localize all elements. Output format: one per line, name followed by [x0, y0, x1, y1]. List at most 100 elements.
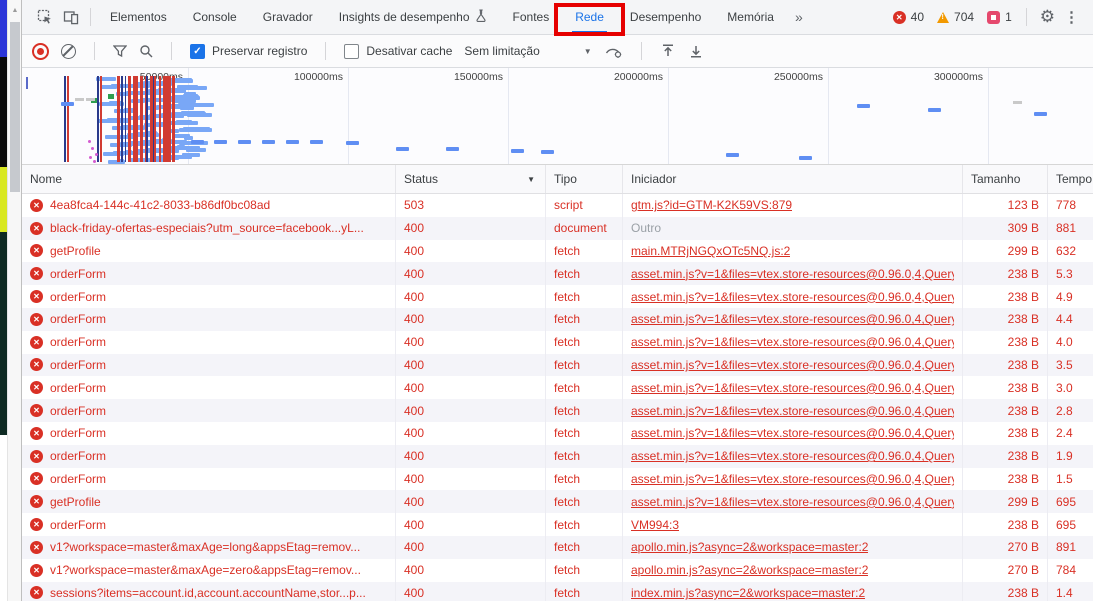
- issues-badge-icon[interactable]: [987, 11, 1000, 24]
- error-icon: ✕: [30, 381, 43, 394]
- tab-rede[interactable]: Rede: [562, 0, 617, 34]
- tab-desempenho[interactable]: Desempenho: [617, 0, 714, 34]
- request-initiator[interactable]: asset.min.js?v=1&files=vtex.store-resour…: [631, 358, 954, 372]
- record-network-log-button[interactable]: [32, 43, 49, 60]
- throttling-select[interactable]: Sem limitação ▼: [464, 44, 591, 58]
- network-request-row[interactable]: ✕sessions?items=account.id,account.accou…: [22, 582, 1093, 601]
- column-header-time[interactable]: Tempo: [1048, 165, 1093, 193]
- request-initiator[interactable]: asset.min.js?v=1&files=vtex.store-resour…: [631, 267, 954, 281]
- device-toolbar-icon[interactable]: [58, 4, 84, 30]
- warning-badge-icon[interactable]: [937, 12, 949, 23]
- overview-gray-dash: [86, 98, 95, 101]
- network-request-row[interactable]: ✕orderForm400fetchasset.min.js?v=1&files…: [22, 331, 1093, 354]
- tab-fontes[interactable]: Fontes: [500, 0, 563, 34]
- import-har-icon[interactable]: [660, 43, 676, 59]
- request-initiator[interactable]: apollo.min.js?async=2&workspace=master:2: [631, 540, 868, 554]
- network-request-row[interactable]: ✕orderForm400fetchasset.min.js?v=1&files…: [22, 445, 1093, 468]
- network-request-row[interactable]: ✕orderForm400fetchasset.min.js?v=1&files…: [22, 468, 1093, 491]
- search-icon[interactable]: [139, 44, 153, 58]
- request-initiator[interactable]: asset.min.js?v=1&files=vtex.store-resour…: [631, 404, 954, 418]
- request-initiator[interactable]: apollo.min.js?async=2&workspace=master:2: [631, 563, 868, 577]
- checkbox-checked-icon[interactable]: ✓: [190, 44, 205, 59]
- request-name: v1?workspace=master&maxAge=long&appsEtag…: [50, 540, 360, 554]
- browser-scrollbar[interactable]: ▲: [7, 0, 22, 601]
- export-har-icon[interactable]: [688, 43, 704, 59]
- overview-request-bar: [177, 85, 198, 89]
- request-initiator[interactable]: main.MTRjNGQxOTc5NQ.js:2: [631, 244, 790, 258]
- network-request-row[interactable]: ✕orderForm400fetchasset.min.js?v=1&files…: [22, 308, 1093, 331]
- network-request-row[interactable]: ✕black-friday-ofertas-especiais?utm_sour…: [22, 217, 1093, 240]
- request-type: fetch: [546, 536, 623, 559]
- network-request-row[interactable]: ✕4ea8fca4-144c-41c2-8033-b86df0bc08ad503…: [22, 194, 1093, 217]
- request-name: 4ea8fca4-144c-41c2-8033-b86df0bc08ad: [50, 198, 270, 212]
- error-icon: ✕: [30, 267, 43, 280]
- inspect-icon[interactable]: [32, 4, 58, 30]
- request-initiator[interactable]: asset.min.js?v=1&files=vtex.store-resour…: [631, 472, 954, 486]
- issues-count[interactable]: 1: [1005, 10, 1012, 24]
- request-type: fetch: [546, 399, 623, 422]
- request-status: 400: [396, 285, 546, 308]
- network-request-row[interactable]: ✕orderForm400fetchasset.min.js?v=1&files…: [22, 285, 1093, 308]
- request-initiator[interactable]: gtm.js?id=GTM-K2K59VS:879: [631, 198, 792, 212]
- tab-gravador[interactable]: Gravador: [250, 0, 326, 34]
- network-request-row[interactable]: ✕orderForm400fetchVM994:3238 B695: [22, 513, 1093, 536]
- more-tabs-chevron-icon[interactable]: »: [787, 9, 811, 25]
- preserve-log-checkbox[interactable]: ✓ Preservar registro: [190, 44, 307, 59]
- request-time: 881: [1048, 217, 1093, 240]
- error-icon: ✕: [30, 199, 43, 212]
- tab-label: Console: [193, 10, 237, 24]
- settings-gear-icon[interactable]: ⚙: [1033, 7, 1062, 27]
- network-request-row[interactable]: ✕getProfile400fetchasset.min.js?v=1&file…: [22, 490, 1093, 513]
- network-request-row[interactable]: ✕orderForm400fetchasset.min.js?v=1&files…: [22, 262, 1093, 285]
- request-initiator[interactable]: asset.min.js?v=1&files=vtex.store-resour…: [631, 312, 954, 326]
- column-header-status[interactable]: Status▼: [396, 165, 546, 193]
- warning-count[interactable]: 704: [954, 10, 974, 24]
- network-conditions-icon[interactable]: [604, 44, 623, 59]
- network-request-row[interactable]: ✕getProfile400fetchmain.MTRjNGQxOTc5NQ.j…: [22, 240, 1093, 263]
- kebab-menu-icon[interactable]: ⋮: [1062, 8, 1085, 26]
- request-initiator[interactable]: asset.min.js?v=1&files=vtex.store-resour…: [631, 426, 954, 440]
- request-initiator[interactable]: asset.min.js?v=1&files=vtex.store-resour…: [631, 495, 954, 509]
- column-header-size[interactable]: Tamanho: [963, 165, 1048, 193]
- request-name: orderForm: [50, 267, 106, 281]
- error-badge-icon[interactable]: ✕: [893, 11, 906, 24]
- tab-memória[interactable]: Memória: [714, 0, 787, 34]
- error-count[interactable]: 40: [911, 10, 924, 24]
- tab-console[interactable]: Console: [180, 0, 250, 34]
- request-initiator[interactable]: asset.min.js?v=1&files=vtex.store-resour…: [631, 335, 954, 349]
- overview-request-dash: [446, 147, 459, 151]
- request-time: 3.5: [1048, 354, 1093, 377]
- network-request-row[interactable]: ✕orderForm400fetchasset.min.js?v=1&files…: [22, 354, 1093, 377]
- overview-error-line: [140, 76, 143, 162]
- scrollbar-up-arrow-icon[interactable]: ▲: [8, 0, 22, 14]
- column-header-initiator[interactable]: Iniciador: [623, 165, 963, 193]
- request-initiator[interactable]: VM994:3: [631, 518, 679, 532]
- tab-insights-de-desempenho[interactable]: Insights de desempenho: [326, 0, 500, 34]
- request-initiator[interactable]: asset.min.js?v=1&files=vtex.store-resour…: [631, 381, 954, 395]
- request-initiator[interactable]: asset.min.js?v=1&files=vtex.store-resour…: [631, 290, 954, 304]
- network-request-row[interactable]: ✕orderForm400fetchasset.min.js?v=1&files…: [22, 376, 1093, 399]
- request-initiator[interactable]: asset.min.js?v=1&files=vtex.store-resour…: [631, 449, 954, 463]
- network-request-row[interactable]: ✕v1?workspace=master&maxAge=long&appsEta…: [22, 536, 1093, 559]
- scrollbar-thumb[interactable]: [10, 22, 20, 192]
- overview-error-line: [172, 76, 175, 162]
- request-name: orderForm: [50, 404, 106, 418]
- request-initiator[interactable]: index.min.js?async=2&workspace=master:2: [631, 586, 865, 600]
- checkbox-unchecked-icon[interactable]: [344, 44, 359, 59]
- network-request-row[interactable]: ✕orderForm400fetchasset.min.js?v=1&files…: [22, 399, 1093, 422]
- request-name: v1?workspace=master&maxAge=zero&appsEtag…: [50, 563, 361, 577]
- network-request-row[interactable]: ✕v1?workspace=master&maxAge=zero&appsEta…: [22, 559, 1093, 582]
- filter-icon[interactable]: [113, 45, 127, 58]
- clear-network-log-icon[interactable]: [61, 44, 76, 59]
- request-name: orderForm: [50, 518, 106, 532]
- column-header-type[interactable]: Tipo: [546, 165, 623, 193]
- disable-cache-checkbox[interactable]: Desativar cache: [344, 44, 452, 59]
- overview-resize-handle[interactable]: [26, 77, 28, 89]
- tab-elementos[interactable]: Elementos: [97, 0, 180, 34]
- column-header-name[interactable]: Nome: [22, 165, 396, 193]
- request-size: 238 B: [963, 468, 1048, 491]
- network-request-row[interactable]: ✕orderForm400fetchasset.min.js?v=1&files…: [22, 422, 1093, 445]
- request-initiator-cell: apollo.min.js?async=2&workspace=master:2: [623, 559, 963, 582]
- network-overview-waterfall[interactable]: 50000ms100000ms150000ms200000ms250000ms3…: [22, 68, 1093, 165]
- request-time: 5.3: [1048, 262, 1093, 285]
